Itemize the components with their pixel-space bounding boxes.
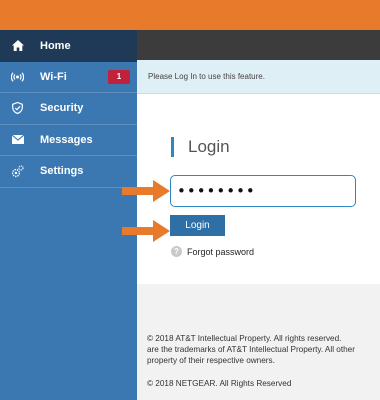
shield-icon bbox=[11, 102, 24, 115]
sidebar-item-label: Wi-Fi bbox=[40, 70, 67, 83]
login-notice: Please Log In to use this feature. bbox=[137, 60, 380, 94]
sidebar-item-wifi[interactable]: Wi-Fi 1 bbox=[0, 62, 137, 93]
sidebar-item-label: Security bbox=[40, 102, 84, 115]
notification-badge: 1 bbox=[108, 69, 130, 84]
login-title: Login bbox=[171, 137, 230, 157]
envelope-icon bbox=[11, 133, 24, 146]
password-field[interactable] bbox=[170, 175, 356, 207]
netgear-copyright: © 2018 NETGEAR. All Rights Reserved bbox=[147, 379, 292, 388]
forgot-password-link[interactable]: ? Forgot password bbox=[171, 246, 254, 257]
sidebar-item-label: Settings bbox=[40, 165, 84, 178]
forgot-password-label: Forgot password bbox=[187, 246, 255, 257]
sidebar-item-label: Home bbox=[40, 39, 71, 52]
sidebar-item-security[interactable]: Security bbox=[0, 93, 137, 125]
wifi-icon bbox=[11, 70, 24, 83]
arrow-pointer-icon bbox=[122, 180, 170, 202]
copyright-text: © 2018 AT&T Intellectual Property. All r… bbox=[147, 333, 380, 366]
home-icon bbox=[11, 39, 24, 52]
copyright-line: © 2018 AT&T Intellectual Property. All r… bbox=[147, 334, 342, 343]
header-bar bbox=[137, 30, 380, 60]
sidebar-nav: Home Wi-Fi 1 Security Messages Settings bbox=[0, 30, 137, 400]
main-content: Please Log In to use this feature. Login… bbox=[137, 30, 380, 400]
help-icon: ? bbox=[171, 246, 182, 257]
sidebar-item-settings[interactable]: Settings bbox=[0, 156, 137, 188]
sidebar-item-home[interactable]: Home bbox=[0, 30, 137, 62]
gear-icon bbox=[11, 165, 24, 178]
top-banner bbox=[0, 0, 380, 30]
sidebar-item-label: Messages bbox=[40, 133, 93, 146]
arrow-pointer-icon bbox=[122, 220, 170, 242]
copyright-line: are the trademarks of AT&T Intellectual … bbox=[147, 345, 355, 354]
login-button[interactable]: Login bbox=[170, 215, 225, 236]
footer: © 2018 AT&T Intellectual Property. All r… bbox=[137, 284, 380, 400]
copyright-line: property of their respective owners. bbox=[147, 356, 275, 365]
sidebar-item-messages[interactable]: Messages bbox=[0, 125, 137, 156]
